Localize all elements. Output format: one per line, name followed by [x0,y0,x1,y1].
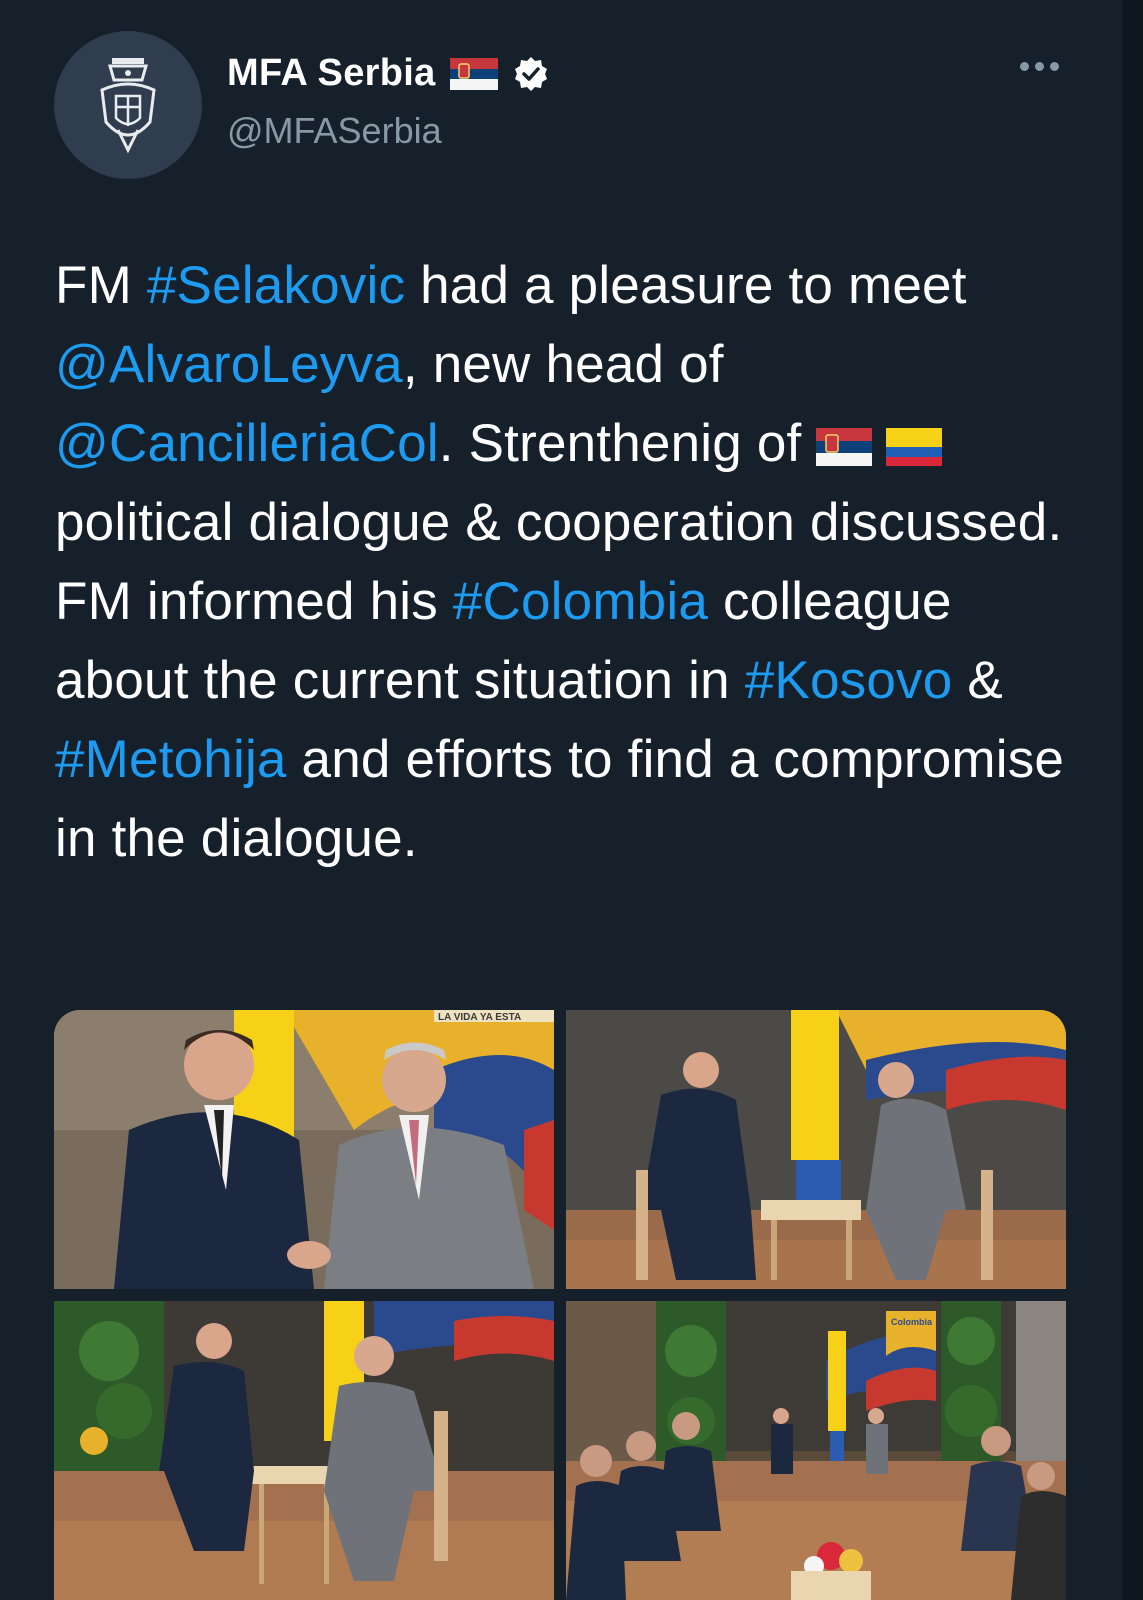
profile-avatar[interactable] [54,31,202,179]
colombia-flag-icon [886,428,943,466]
more-options-icon[interactable] [1020,62,1059,71]
verified-badge-icon [514,56,547,91]
serbian-coat-of-arms-icon [100,58,156,154]
serbia-flag-icon [449,57,498,90]
tweet-text-segment: had a pleasure to meet [405,256,967,315]
photo-seated-meeting[interactable] [566,1010,1066,1289]
tweet-text-segment: & [952,651,1003,710]
media-grid: LA VIDA YA ESTA Colombia [54,1010,1066,1600]
window-edge [1123,0,1143,1600]
hashtag-metohija[interactable]: #Metohija [55,730,287,789]
hashtag-selakovic[interactable]: #Selakovic [147,256,405,315]
photo-handshake[interactable]: LA VIDA YA ESTA [54,1010,554,1289]
display-name[interactable]: MFA Serbia [227,52,436,95]
mention-cancilleriacol[interactable]: @CancilleriaCol [55,414,439,473]
tweet-text-segment: FM [55,256,147,315]
serbia-flag-icon [816,428,873,466]
tweet-text: FM #Selakovic had a pleasure to meet @Al… [55,246,1065,878]
banner-text: LA VIDA YA ESTA [438,1012,521,1023]
account-name-row: MFA Serbia [227,52,550,95]
tweet-text-segment: , new head of [402,335,724,394]
hashtag-colombia[interactable]: #Colombia [453,572,708,631]
account-handle[interactable]: @MFASerbia [227,110,442,152]
tweet-text-segment: . Strenthenig of [438,414,817,473]
photo-seated-meeting-wide[interactable] [54,1301,554,1600]
mention-alvaroleyva[interactable]: @AlvaroLeyva [55,335,403,394]
hashtag-kosovo[interactable]: #Kosovo [745,651,953,710]
banner-text-colombia: Colombia [891,1317,933,1327]
photo-delegations[interactable]: Colombia [566,1301,1066,1600]
